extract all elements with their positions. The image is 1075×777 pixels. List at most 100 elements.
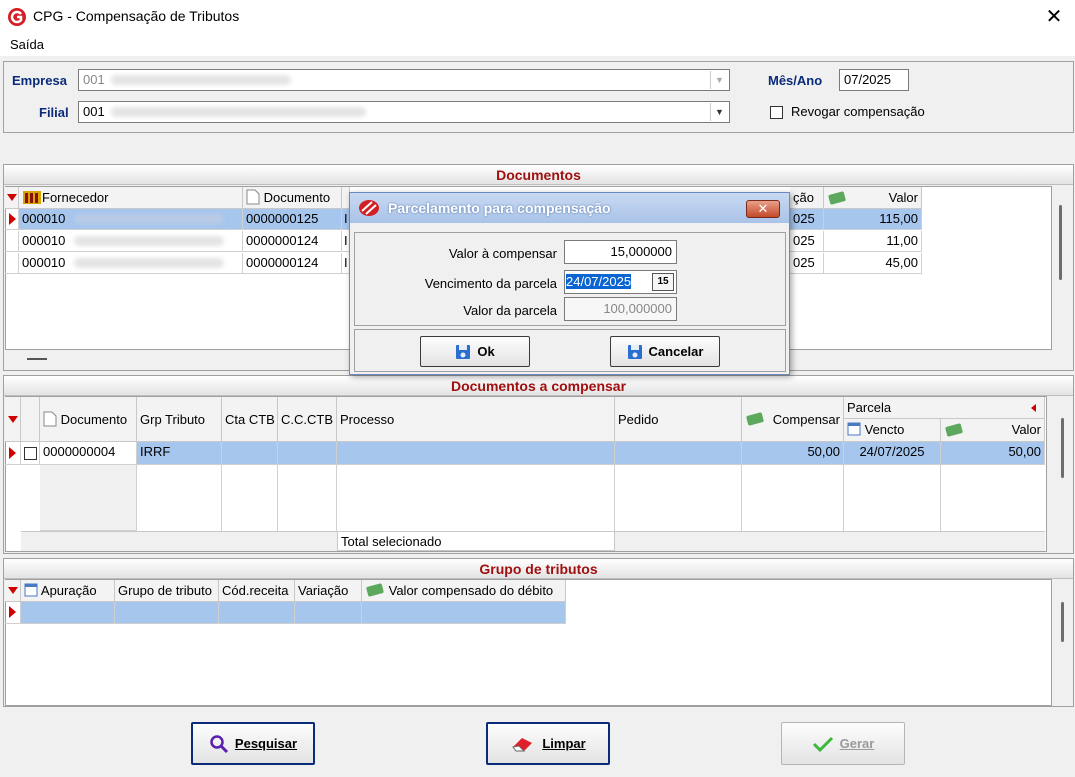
grupo-row-grupo[interactable] [115,602,219,624]
row-indicator [5,253,19,274]
ok-button[interactable]: Ok [420,336,530,367]
valor-compensar-input[interactable]: 15,000000 [564,240,677,264]
table-row-1-fornecedor[interactable]: 000010 [19,209,243,230]
header-grupo-tributo[interactable]: Grupo de tributo [115,580,219,602]
compensar-scrollbar[interactable] [1061,418,1064,478]
menu-item-saida[interactable]: Saída [10,37,44,52]
header-compensar[interactable]: Compensar [742,397,844,442]
filial-name-redacted [111,107,366,117]
header-cta-ctb[interactable]: Cta CTB [222,397,278,442]
calendar-icon [24,583,38,597]
revogar-checkbox[interactable] [770,106,783,119]
grid-corner [5,580,21,602]
table-row-2-cao[interactable]: 025 [790,231,824,252]
total-selecionado-label: Total selecionado [337,531,615,551]
header-fornecedor[interactable]: Fornecedor [19,187,243,209]
empresa-combo[interactable]: 001 ▼ [78,69,730,91]
row-indicator [5,209,19,230]
header-parcela-valor[interactable]: Valor [941,419,1045,442]
table-row-3-valor[interactable]: 45,00 [824,253,922,274]
vencimento-label: Vencimento da parcela [424,276,557,291]
limpar-button[interactable]: Limpar [486,722,610,765]
grupo-scrollbar[interactable] [1061,602,1064,642]
calendar-icon [847,422,861,436]
table-row-2-documento[interactable]: 0000000124 [243,231,342,252]
mes-ano-input[interactable]: 07/2025 [839,69,909,91]
header-documento-label: Documento [263,190,331,205]
cancelar-button[interactable]: Cancelar [610,336,720,367]
valor-compensar-label: Valor à compensar [448,246,557,261]
table-row-documento[interactable]: 0000000004 [40,442,137,465]
documentos-title: Documentos [4,165,1073,185]
table-row-1-documento[interactable]: 0000000125 [243,209,342,230]
valor-parcela-label: Valor da parcela [463,303,557,318]
table-row-2-valor[interactable]: 11,00 [824,231,922,252]
header-parcela-label: Parcela [847,400,892,415]
table-row-compensar[interactable]: 50,00 [742,442,844,465]
dialog-buttons-group [354,329,786,372]
header-apuracao[interactable]: Apuração [21,580,115,602]
table-row-valor[interactable]: 50,00 [941,442,1045,465]
vencimento-input[interactable]: 24/07/2025 15 [564,270,677,294]
pesquisar-button[interactable]: Pesquisar [191,722,315,765]
window-close-button[interactable]: ✕ [1041,4,1067,30]
header-cc-ctb[interactable]: C.C.CTB [278,397,337,442]
chevron-down-icon[interactable]: ▼ [710,103,728,121]
table-row-cc-ctb[interactable] [278,442,337,465]
header-documento[interactable]: Documento [243,187,342,209]
empresa-value: 001 [83,72,105,87]
resize-grip[interactable] [27,358,47,360]
col-divider [277,465,278,531]
collapse-left-icon[interactable] [1031,404,1036,412]
header-valor-compensado[interactable]: Valor compensado do débito [362,580,566,602]
table-row-1-cao[interactable]: 025 [790,209,824,230]
table-row-cta-ctb[interactable] [222,442,278,465]
table-row-2-fornecedor[interactable]: 000010 [19,231,243,252]
table-row-vencto[interactable]: 24/07/2025 [844,442,941,465]
header-grp-tributo[interactable]: Grp Tributo [137,397,222,442]
grupo-row-variacao[interactable] [295,602,362,624]
grupo-row-cod[interactable] [219,602,295,624]
row-checkbox-cell[interactable] [21,442,40,465]
table-row-3-cao[interactable]: 025 [790,253,824,274]
header-cod-receita[interactable]: Cód.receita [219,580,295,602]
col-divider [614,465,615,531]
parcelamento-dialog: Parcelamento para compensação ✕ Valor à … [349,192,790,375]
col-divider [336,465,337,531]
header-valor[interactable]: Valor [824,187,922,209]
table-row-grp-tributo[interactable]: IRRF [137,442,222,465]
header-vencto-label: Vencto [864,422,905,437]
calendar-picker-button[interactable]: 15 [652,273,674,291]
table-row-pedido[interactable] [615,442,742,465]
header-cao[interactable]: ção [790,187,824,209]
chevron-down-icon[interactable]: ▼ [710,71,728,89]
grupo-row-apuracao[interactable] [21,602,115,624]
header-variacao[interactable]: Variação [295,580,362,602]
table-row-processo[interactable] [337,442,615,465]
header-check[interactable] [21,397,40,442]
grupo-row-valor[interactable] [362,602,566,624]
table-row-3-documento[interactable]: 0000000124 [243,253,342,274]
cell-fornecedor: 000010 [22,255,66,270]
table-row-1-valor[interactable]: 115,00 [824,209,922,230]
header-pedido[interactable]: Pedido [615,397,742,442]
floppy-disk-icon [456,344,471,359]
window-title: CPG - Compensação de Tributos [33,8,240,24]
limpar-label: Limpar [542,736,586,751]
dialog-logo-icon [359,200,379,216]
document-icon [43,411,57,427]
floppy-disk-icon [627,344,642,359]
gerar-button[interactable]: Gerar [781,722,905,765]
header-documento[interactable]: Documento [40,397,137,442]
header-processo[interactable]: Processo [337,397,615,442]
table-row-3-fornecedor[interactable]: 000010 [19,253,243,274]
row-checkbox[interactable] [24,447,37,460]
pesquisar-label: Pesquisar [234,736,298,751]
header-compensar-label: Compensar [772,412,840,427]
header-parcela[interactable]: Parcela [844,397,1045,419]
money-icon [746,412,764,426]
header-vencto[interactable]: Vencto [844,419,941,442]
dialog-close-button[interactable]: ✕ [746,200,780,218]
documentos-scrollbar[interactable] [1059,205,1062,280]
filial-combo[interactable]: 001 ▼ [78,101,730,123]
